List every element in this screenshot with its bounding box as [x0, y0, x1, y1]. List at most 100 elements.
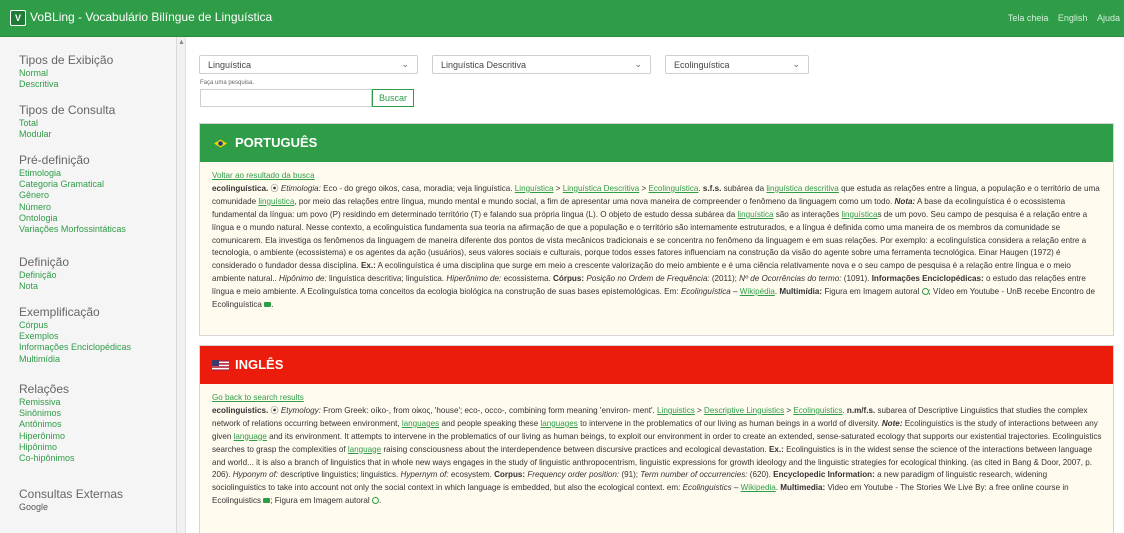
entry-term: ecolinguistics. [212, 405, 269, 415]
sidebar-item-genero[interactable]: Gênero [19, 190, 126, 201]
sidebar: Tipos de Exibição Normal Descritiva Tipo… [0, 37, 177, 533]
sidebar-item-categoria-gramatical[interactable]: Categoria Gramatical [19, 179, 126, 190]
sidebar-item-numero[interactable]: Número [19, 202, 126, 213]
video-icon[interactable] [264, 302, 272, 308]
back-to-results-link[interactable]: Go back to search results [212, 392, 1103, 405]
sidebar-scrollbar[interactable]: ▲ [177, 37, 186, 533]
sidebar-item-remissiva[interactable]: Remissiva [19, 397, 75, 408]
portuguese-entry: Voltar ao resultado da busca ecolinguíst… [200, 162, 1113, 312]
corpus-label: Córpus: [553, 274, 585, 284]
etymology-text: Eco - do grego oikos, casa, moradia; vej… [323, 183, 513, 193]
breadcrumb-descriptive-linguistics[interactable]: Descriptive Linguistics [704, 406, 784, 415]
frequency-value: (91); [621, 470, 639, 480]
link-languages[interactable]: languages [402, 419, 439, 428]
position-value: (2011); [711, 274, 737, 284]
sidebar-item-nota[interactable]: Nota [19, 281, 69, 292]
sidebar-item-etimologia[interactable]: Etimologia [19, 168, 126, 179]
link-languages[interactable]: languages [540, 419, 577, 428]
breadcrumb-linguistics[interactable]: Linguistics [657, 406, 695, 415]
wikipedia-link[interactable]: Wikipédia [740, 287, 775, 296]
breadcrumb-linguistica-descritiva[interactable]: Linguística Descritiva [563, 184, 639, 193]
sidebar-item-corpus[interactable]: Córpus [19, 320, 131, 331]
section-title: Tipos de Exibição [19, 53, 114, 67]
link-linguistica-descritiva[interactable]: linguística descritiva [766, 184, 838, 193]
hypernym-text: ecosystem. [450, 470, 492, 480]
us-flag-icon [212, 359, 229, 374]
sidebar-item-co-hiponimos[interactable]: Co-hipônimos [19, 453, 75, 464]
link-language[interactable]: language [348, 445, 381, 454]
link-linguistica[interactable]: linguística [841, 210, 877, 219]
portuguese-heading: PORTUGUÊS [235, 135, 318, 150]
breadcrumb-ecolinguistics[interactable]: Ecolinguistics [793, 406, 842, 415]
search-label: Faça uma pesquisa. [200, 80, 255, 86]
sidebar-item-hiponimo[interactable]: Hipônimo [19, 442, 75, 453]
term-select[interactable]: Ecolinguística ⌄ [665, 55, 809, 74]
link-linguistica[interactable]: linguística [258, 197, 294, 206]
position-label: Posição no Ordem de Frequência: [586, 274, 710, 284]
search-input[interactable] [200, 89, 372, 107]
section-title: Consultas Externas [19, 487, 124, 501]
sidebar-item-google[interactable]: Google [19, 502, 123, 513]
scroll-up-arrow-icon[interactable]: ▲ [178, 39, 185, 46]
multimedia-label: Multimídia: [779, 287, 823, 297]
sidebar-item-definicao[interactable]: Definição [19, 270, 69, 281]
area-select[interactable]: Linguística ⌄ [199, 55, 418, 74]
encyclopedic-label: Informações Enciclopédicas: [871, 274, 984, 284]
hyponym-label: Hipônimo de: [279, 274, 327, 284]
brazil-flag-icon [212, 137, 229, 152]
hyponym-label: Hyponym of: [232, 470, 279, 480]
term-select-value: Ecolinguística [674, 60, 730, 70]
breadcrumb-linguistica[interactable]: Linguística [515, 184, 554, 193]
sidebar-item-exemplos[interactable]: Exemplos [19, 331, 131, 342]
sidebar-item-info-enciclopedicas[interactable]: Informações Enciclopédicas [19, 342, 131, 353]
link-language[interactable]: language [234, 432, 267, 441]
section-title: Relações [19, 382, 70, 396]
section-definicao: Definição Definição Nota [19, 255, 69, 292]
eye-icon[interactable] [921, 288, 929, 296]
frequency-label: Frequency order position: [527, 470, 620, 480]
sidebar-item-sinonimos[interactable]: Sinônimos [19, 408, 75, 419]
definition-text: to intervene in the problematics of our … [580, 418, 880, 428]
sidebar-item-total[interactable]: Total [19, 118, 115, 129]
english-link[interactable]: English [1058, 13, 1088, 23]
chevron-down-icon: ⌄ [792, 59, 800, 69]
link-linguistica[interactable]: linguística [738, 210, 774, 219]
sidebar-item-antonimos[interactable]: Antônimos [19, 419, 75, 430]
breadcrumb-ecolinguistica[interactable]: Ecolinguística [648, 184, 698, 193]
note-label: Nota: [894, 196, 916, 206]
sidebar-item-normal[interactable]: Normal [19, 68, 113, 79]
hypernym-text: ecossistema. [503, 274, 551, 284]
top-bar: V VoBLing - Vocabulário Bilíngue de Ling… [0, 0, 1124, 37]
sidebar-item-ontologia[interactable]: Ontologia [19, 213, 126, 224]
search-button[interactable]: Buscar [372, 89, 414, 107]
subarea-select[interactable]: Linguística Descritiva ⌄ [432, 55, 651, 74]
etymology-label: Etimologia: [280, 183, 321, 193]
fullscreen-link[interactable]: Tela cheia [1008, 13, 1049, 23]
term-occurrences-value: (620). [749, 470, 771, 480]
english-header: INGLÊS [200, 346, 1113, 384]
sidebar-item-multimidia[interactable]: Multimídia [19, 354, 131, 365]
sidebar-item-hiperonimo[interactable]: Hiperônimo [19, 431, 75, 442]
definition-text: , por meio das relações entre língua, mu… [294, 196, 893, 206]
section-tipos-exibicao: Tipos de Exibição Normal Descritiva [19, 53, 113, 90]
encyclopedic-label: Encyclopedic Information: [773, 470, 875, 480]
help-link[interactable]: Ajuda [1097, 13, 1120, 23]
etymology-label: Etymology: [280, 405, 321, 415]
sidebar-item-variacoes[interactable]: Variações Morfossintáticas [19, 224, 126, 235]
back-to-results-link[interactable]: Voltar ao resultado da busca [212, 170, 1103, 183]
multimedia-text: Figura em Imagem autoral [824, 287, 920, 297]
hyponym-text: linguística descritiva; linguística. [329, 274, 445, 284]
app-title[interactable]: VoBLing - Vocabulário Bilíngue de Linguí… [30, 10, 272, 24]
wikipedia-link[interactable]: Wikipedia [741, 483, 776, 492]
section-tipos-consulta: Tipos de Consulta Total Modular [19, 103, 115, 140]
example-label: Ex.: [360, 261, 376, 271]
section-title: Exemplificação [19, 305, 100, 319]
sidebar-item-modular[interactable]: Modular [19, 129, 115, 140]
note-text: são as interações [775, 209, 840, 219]
example-label: Ex.: [769, 444, 784, 454]
section-consultas-externas: Consultas Externas Google [19, 487, 123, 513]
app-logo[interactable]: V [10, 10, 26, 26]
eye-icon[interactable] [371, 497, 379, 505]
hyponym-text: descriptive linguistics; linguistics. [280, 470, 399, 480]
sidebar-item-descritiva[interactable]: Descritiva [19, 79, 113, 90]
